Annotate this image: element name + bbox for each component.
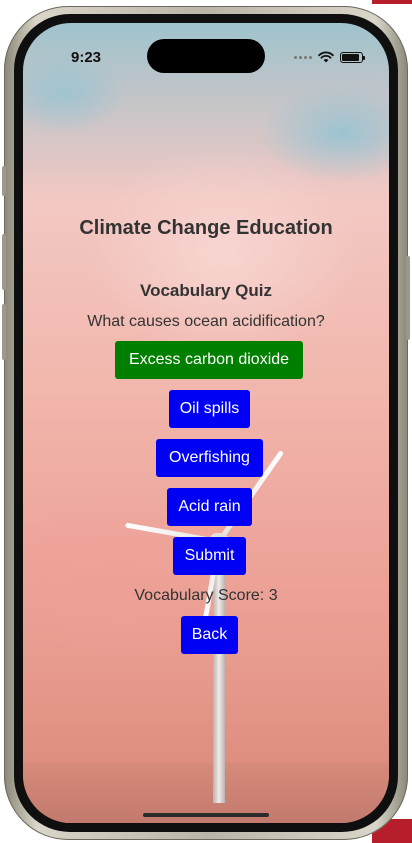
phone-bezel: 9:23 Climate Change Education Vocabulary… (14, 14, 398, 832)
volume-up-button (2, 234, 6, 290)
quiz-question: What causes ocean acidification? (87, 313, 325, 330)
answer-option-excess-carbon-dioxide[interactable]: Excess carbon dioxide (115, 341, 303, 379)
submit-button[interactable]: Submit (173, 537, 246, 575)
frame-accent-top (372, 0, 412, 4)
action-button (2, 166, 6, 196)
quiz-title: Vocabulary Quiz (140, 281, 272, 300)
answer-option-acid-rain[interactable]: Acid rain (167, 488, 252, 526)
home-indicator[interactable] (143, 813, 269, 817)
answer-option-overfishing[interactable]: Overfishing (156, 439, 263, 477)
page-title: Climate Change Education (79, 217, 333, 239)
answer-option-oil-spills[interactable]: Oil spills (169, 390, 250, 428)
phone-frame: 9:23 Climate Change Education Vocabulary… (2, 6, 410, 840)
volume-down-button (2, 304, 6, 360)
back-button[interactable]: Back (181, 616, 238, 654)
vocabulary-score: Vocabulary Score: 3 (134, 587, 278, 604)
quiz-screen: Climate Change Education Vocabulary Quiz… (23, 23, 389, 823)
app-screen: 9:23 Climate Change Education Vocabulary… (23, 23, 389, 823)
power-button (406, 256, 410, 340)
